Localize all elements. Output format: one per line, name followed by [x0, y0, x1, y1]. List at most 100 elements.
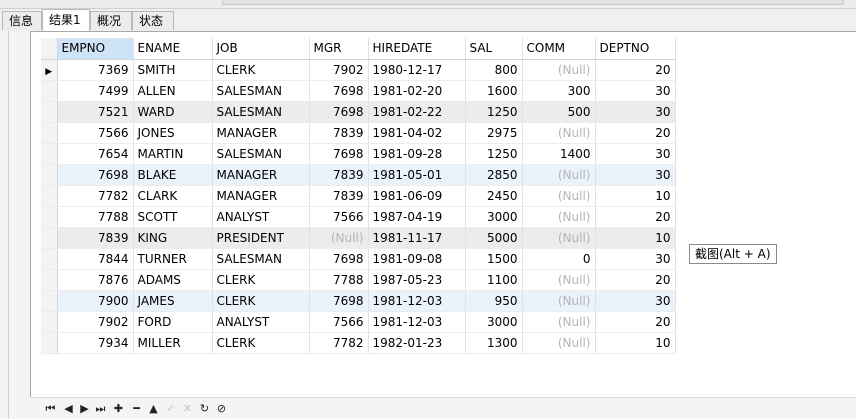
cell-job[interactable]: CLERK — [212, 290, 310, 312]
cell-deptno[interactable]: 30 — [595, 143, 676, 165]
last-record-icon[interactable]: ⏭ — [94, 401, 107, 417]
cell-sal[interactable]: 800 — [465, 59, 523, 81]
cell-comm[interactable]: 1400 — [522, 143, 596, 165]
cell-empno[interactable]: 7521 — [57, 101, 134, 123]
cell-job[interactable]: CLERK — [212, 269, 310, 291]
cell-ename[interactable]: CLARK — [133, 185, 213, 207]
cell-sal[interactable]: 2975 — [465, 122, 523, 144]
cell-sal[interactable]: 1250 — [465, 101, 523, 123]
table-row[interactable]: 7900 JAMES CLERK 7698 1981-12-03 950 (Null) 30 — [41, 290, 676, 312]
table-row[interactable]: 7844 TURNER SALESMAN 7698 1981-09-08 1500 0 30 — [41, 248, 676, 270]
cell-empno[interactable]: 7654 — [57, 143, 134, 165]
cell-ename[interactable]: TURNER — [133, 248, 213, 270]
cancel-changes-icon[interactable]: ✕ — [181, 401, 194, 417]
row-indicator[interactable] — [41, 332, 58, 354]
cell-mgr[interactable]: 7698 — [309, 101, 369, 123]
row-indicator[interactable] — [41, 185, 58, 207]
cell-empno[interactable]: 7788 — [57, 206, 134, 228]
column-header-ename[interactable]: ENAME — [133, 38, 213, 60]
cell-hiredate[interactable]: 1981-09-08 — [368, 248, 466, 270]
cell-ename[interactable]: WARD — [133, 101, 213, 123]
row-indicator[interactable]: ▶ — [41, 59, 58, 81]
edit-up-icon[interactable]: ▲ — [147, 401, 160, 417]
cell-ename[interactable]: BLAKE — [133, 164, 213, 186]
delete-record-icon[interactable]: ━ — [130, 401, 143, 417]
cell-empno[interactable]: 7900 — [57, 290, 134, 312]
cell-mgr[interactable]: 7902 — [309, 59, 369, 81]
cell-comm[interactable]: (Null) — [522, 122, 596, 144]
cell-mgr[interactable]: 7839 — [309, 164, 369, 186]
cell-hiredate[interactable]: 1982-01-23 — [368, 332, 466, 354]
cell-ename[interactable]: JAMES — [133, 290, 213, 312]
cell-empno[interactable]: 7844 — [57, 248, 134, 270]
cell-job[interactable]: PRESIDENT — [212, 227, 310, 249]
row-indicator[interactable] — [41, 143, 58, 165]
cell-hiredate[interactable]: 1981-05-01 — [368, 164, 466, 186]
cell-job[interactable]: MANAGER — [212, 122, 310, 144]
cell-ename[interactable]: MARTIN — [133, 143, 213, 165]
cell-comm[interactable]: (Null) — [522, 290, 596, 312]
stop-icon[interactable]: ⊘ — [215, 401, 228, 417]
table-row[interactable]: 7934 MILLER CLERK 7782 1982-01-23 1300 (Null) 1… — [41, 332, 676, 354]
cell-ename[interactable]: FORD — [133, 311, 213, 333]
cell-hiredate[interactable]: 1987-05-23 — [368, 269, 466, 291]
row-indicator[interactable] — [41, 101, 58, 123]
table-row[interactable]: 7566 JONES MANAGER 7839 1981-04-02 2975 (Null)… — [41, 122, 676, 144]
cell-comm[interactable]: 0 — [522, 248, 596, 270]
table-row[interactable]: 7876 ADAMS CLERK 7788 1987-05-23 1100 (Null) 20 — [41, 269, 676, 291]
cell-job[interactable]: ANALYST — [212, 311, 310, 333]
cell-deptno[interactable]: 20 — [595, 122, 676, 144]
cell-mgr[interactable]: 7782 — [309, 332, 369, 354]
table-row[interactable]: 7902 FORD ANALYST 7566 1981-12-03 3000 (Null) 2… — [41, 311, 676, 333]
cell-job[interactable]: MANAGER — [212, 164, 310, 186]
cell-sal[interactable]: 1600 — [465, 80, 523, 102]
cell-ename[interactable]: JONES — [133, 122, 213, 144]
table-row[interactable]: 7499 ALLEN SALESMAN 7698 1981-02-20 1600 300 30 — [41, 80, 676, 102]
cell-job[interactable]: SALESMAN — [212, 143, 310, 165]
cell-mgr[interactable]: (Null) — [309, 227, 369, 249]
cell-mgr[interactable]: 7566 — [309, 206, 369, 228]
cell-deptno[interactable]: 10 — [595, 185, 676, 207]
table-row[interactable]: ▶ 7369 SMITH CLERK 7902 1980-12-17 800 (Null) 20 — [41, 59, 676, 81]
cell-empno[interactable]: 7698 — [57, 164, 134, 186]
tab-overview[interactable]: 概况 — [90, 11, 132, 30]
column-header-comm[interactable]: COMM — [522, 38, 596, 60]
table-row[interactable]: 7788 SCOTT ANALYST 7566 1987-04-19 3000 (Null)… — [41, 206, 676, 228]
tab-info[interactable]: 信息 — [2, 11, 42, 30]
cell-comm[interactable]: (Null) — [522, 269, 596, 291]
cell-hiredate[interactable]: 1981-04-02 — [368, 122, 466, 144]
cell-deptno[interactable]: 20 — [595, 269, 676, 291]
row-indicator[interactable] — [41, 164, 58, 186]
cell-empno[interactable]: 7934 — [57, 332, 134, 354]
cell-hiredate[interactable]: 1981-11-17 — [368, 227, 466, 249]
refresh-icon[interactable]: ↻ — [198, 401, 211, 417]
cell-mgr[interactable]: 7698 — [309, 143, 369, 165]
cell-empno[interactable]: 7369 — [57, 59, 134, 81]
cell-ename[interactable]: MILLER — [133, 332, 213, 354]
table-row[interactable]: 7839 KING PRESIDENT (Null) 1981-11-17 5000 (Nu… — [41, 227, 676, 249]
cell-deptno[interactable]: 20 — [595, 59, 676, 81]
cell-mgr[interactable]: 7839 — [309, 122, 369, 144]
column-header-sal[interactable]: SAL — [465, 38, 523, 60]
cell-comm[interactable]: (Null) — [522, 59, 596, 81]
cell-empno[interactable]: 7782 — [57, 185, 134, 207]
cell-empno[interactable]: 7902 — [57, 311, 134, 333]
table-row[interactable]: 7782 CLARK MANAGER 7839 1981-06-09 2450 (Null)… — [41, 185, 676, 207]
cell-sal[interactable]: 2850 — [465, 164, 523, 186]
cell-mgr[interactable]: 7839 — [309, 185, 369, 207]
cell-empno[interactable]: 7499 — [57, 80, 134, 102]
cell-comm[interactable]: (Null) — [522, 206, 596, 228]
cell-deptno[interactable]: 30 — [595, 248, 676, 270]
top-scrollbar[interactable] — [222, 0, 844, 5]
table-row[interactable]: 7698 BLAKE MANAGER 7839 1981-05-01 2850 (Null)… — [41, 164, 676, 186]
cell-deptno[interactable]: 10 — [595, 332, 676, 354]
cell-sal[interactable]: 3000 — [465, 311, 523, 333]
cell-mgr[interactable]: 7698 — [309, 248, 369, 270]
cell-mgr[interactable]: 7698 — [309, 80, 369, 102]
cell-job[interactable]: MANAGER — [212, 185, 310, 207]
table-row[interactable]: 7521 WARD SALESMAN 7698 1981-02-22 1250 500 30 — [41, 101, 676, 123]
cell-deptno[interactable]: 30 — [595, 164, 676, 186]
cell-sal[interactable]: 950 — [465, 290, 523, 312]
row-indicator[interactable] — [41, 248, 58, 270]
cell-hiredate[interactable]: 1981-09-28 — [368, 143, 466, 165]
